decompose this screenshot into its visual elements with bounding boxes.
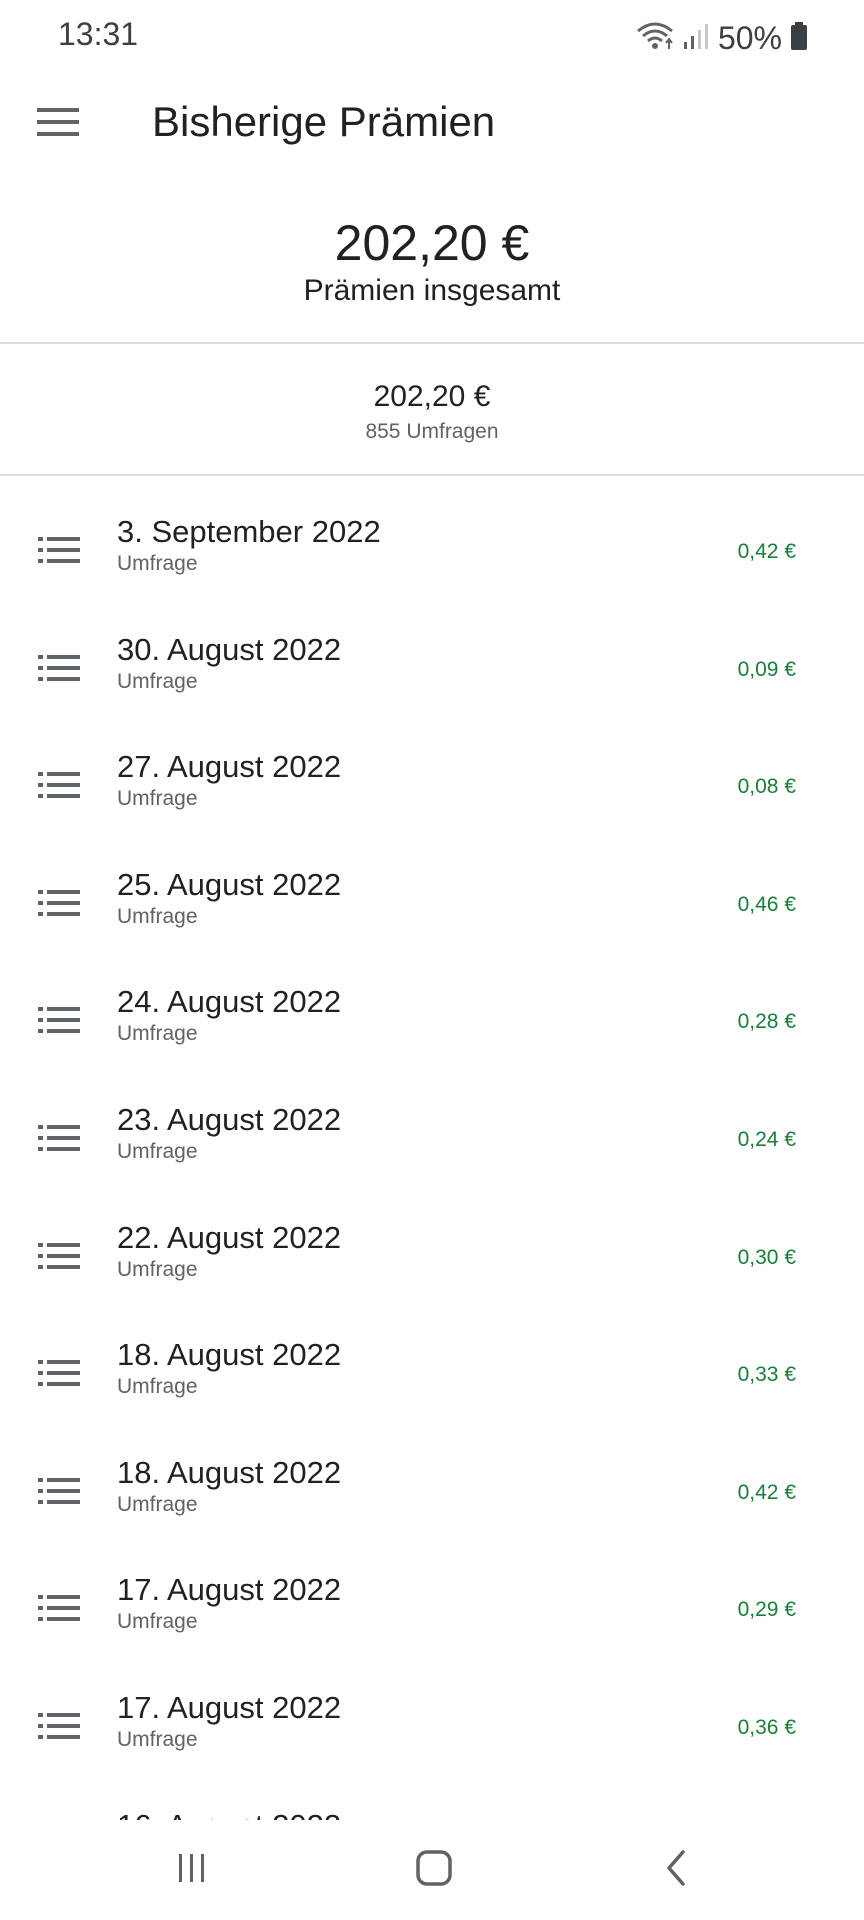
list-icon — [38, 771, 80, 799]
reward-type: Umfrage — [117, 552, 198, 575]
reward-list-item[interactable]: 22. August 2022 Umfrage 0,30 € — [0, 1200, 864, 1318]
reward-date: 3. September 2022 — [117, 514, 381, 549]
reward-list-item[interactable]: 23. August 2022 Umfrage 0,24 € — [0, 1082, 864, 1200]
reward-amount: 0,29 € — [737, 1598, 796, 1622]
reward-list-item[interactable]: 25. August 2022 Umfrage 0,46 € — [0, 847, 864, 965]
reward-date: 17. August 2022 — [117, 1572, 342, 1608]
list-icon — [38, 1594, 80, 1622]
navigation-bar — [0, 1820, 864, 1920]
reward-list-item[interactable]: 17. August 2022 Umfrage 0,36 € — [0, 1670, 864, 1788]
wifi-icon — [636, 21, 674, 56]
reward-amount: 0,09 € — [737, 657, 796, 681]
reward-date: 16. August 2022 — [117, 1808, 341, 1820]
reward-list-item[interactable]: 18. August 2022 Umfrage 0,33 € — [0, 1317, 864, 1435]
signal-icon — [682, 22, 710, 55]
sub-summary-amount: 202,20 € — [373, 380, 491, 413]
list-icon — [38, 889, 80, 917]
reward-list-item[interactable]: 3. September 2022 Umfrage 0,42 € — [0, 494, 864, 612]
back-icon[interactable] — [661, 1849, 691, 1892]
reward-amount: 0,42 € — [737, 540, 796, 563]
reward-type: Umfrage — [117, 1139, 198, 1163]
sub-summary: 202,20 € 855 Umfragen — [0, 344, 864, 474]
list-icon — [38, 1124, 80, 1152]
reward-date: 27. August 2022 — [117, 749, 342, 785]
reward-type: Umfrage — [117, 904, 198, 928]
reward-date: 18. August 2022 — [117, 1454, 342, 1490]
reward-type: Umfrage — [117, 1727, 198, 1751]
total-label: Prämien insgesamt — [303, 274, 561, 307]
reward-date: 30. August 2022 — [117, 631, 342, 667]
reward-type: Umfrage — [117, 669, 198, 693]
reward-list-item[interactable]: 24. August 2022 Umfrage 0,28 € — [0, 964, 864, 1082]
reward-amount: 0,28 € — [737, 1010, 796, 1034]
page-title: Bisherige Prämien — [152, 98, 496, 145]
reward-date: 22. August 2022 — [117, 1219, 342, 1255]
reward-type: Umfrage — [117, 1022, 198, 1046]
home-button[interactable] — [394, 1842, 474, 1898]
menu-button[interactable] — [22, 88, 94, 160]
total-summary: 202,20 € Prämien insgesamt — [0, 172, 864, 342]
hamburger-menu-icon[interactable] — [37, 107, 79, 142]
recent-apps-icon[interactable] — [175, 1851, 209, 1890]
rewards-list: 3. September 2022 Umfrage 0,42 € 30. August… — [0, 494, 864, 1820]
status-icons: 50% — [636, 16, 808, 60]
reward-type: Umfrage — [117, 1610, 198, 1634]
home-icon[interactable] — [415, 1849, 453, 1892]
divider — [0, 474, 864, 476]
reward-amount: 0,36 € — [737, 1715, 796, 1739]
reward-amount: 0,33 € — [737, 1363, 796, 1387]
reward-amount: 0,08 € — [737, 775, 796, 799]
survey-count: 855 Umfragen — [365, 420, 499, 443]
list-icon — [38, 654, 80, 682]
app-bar: Bisherige Prämien — [0, 76, 864, 172]
reward-date: 24. August 2022 — [117, 984, 342, 1020]
reward-date: 18. August 2022 — [117, 1337, 342, 1373]
status-time: 13:31 — [58, 16, 139, 52]
reward-date: 25. August 2022 — [117, 866, 342, 902]
reward-amount: 0,30 € — [737, 1245, 796, 1269]
list-icon — [38, 1477, 80, 1505]
battery-icon — [790, 21, 808, 56]
reward-date: 23. August 2022 — [117, 1101, 342, 1137]
status-bar: 13:31 50% — [0, 0, 864, 76]
list-icon — [38, 1006, 80, 1034]
reward-date: 17. August 2022 — [117, 1689, 342, 1725]
reward-list-item[interactable]: 16. August 2022Umfrage — [0, 1788, 864, 1820]
list-icon — [38, 1359, 80, 1387]
reward-amount: 0,42 € — [737, 1480, 796, 1504]
reward-type: Umfrage — [117, 1375, 198, 1399]
reward-amount: 0,24 € — [737, 1127, 796, 1151]
back-button[interactable] — [636, 1842, 716, 1898]
list-icon — [38, 536, 80, 564]
reward-list-item[interactable]: 27. August 2022 Umfrage 0,08 € — [0, 729, 864, 847]
reward-list-item[interactable]: 30. August 2022 Umfrage 0,09 € — [0, 612, 864, 730]
list-icon — [38, 1242, 80, 1270]
total-amount: 202,20 € — [334, 215, 530, 271]
reward-type: Umfrage — [117, 787, 198, 811]
battery-percentage: 50% — [717, 19, 782, 56]
reward-list-item[interactable]: 17. August 2022 Umfrage 0,29 € — [0, 1552, 864, 1670]
recent-apps-button[interactable] — [152, 1842, 232, 1898]
list-icon — [38, 1712, 80, 1740]
reward-amount: 0,46 € — [737, 892, 796, 916]
reward-type: Umfrage — [117, 1257, 198, 1281]
reward-list-item[interactable]: 18. August 2022 Umfrage 0,42 € — [0, 1435, 864, 1553]
reward-type: Umfrage — [117, 1492, 198, 1516]
